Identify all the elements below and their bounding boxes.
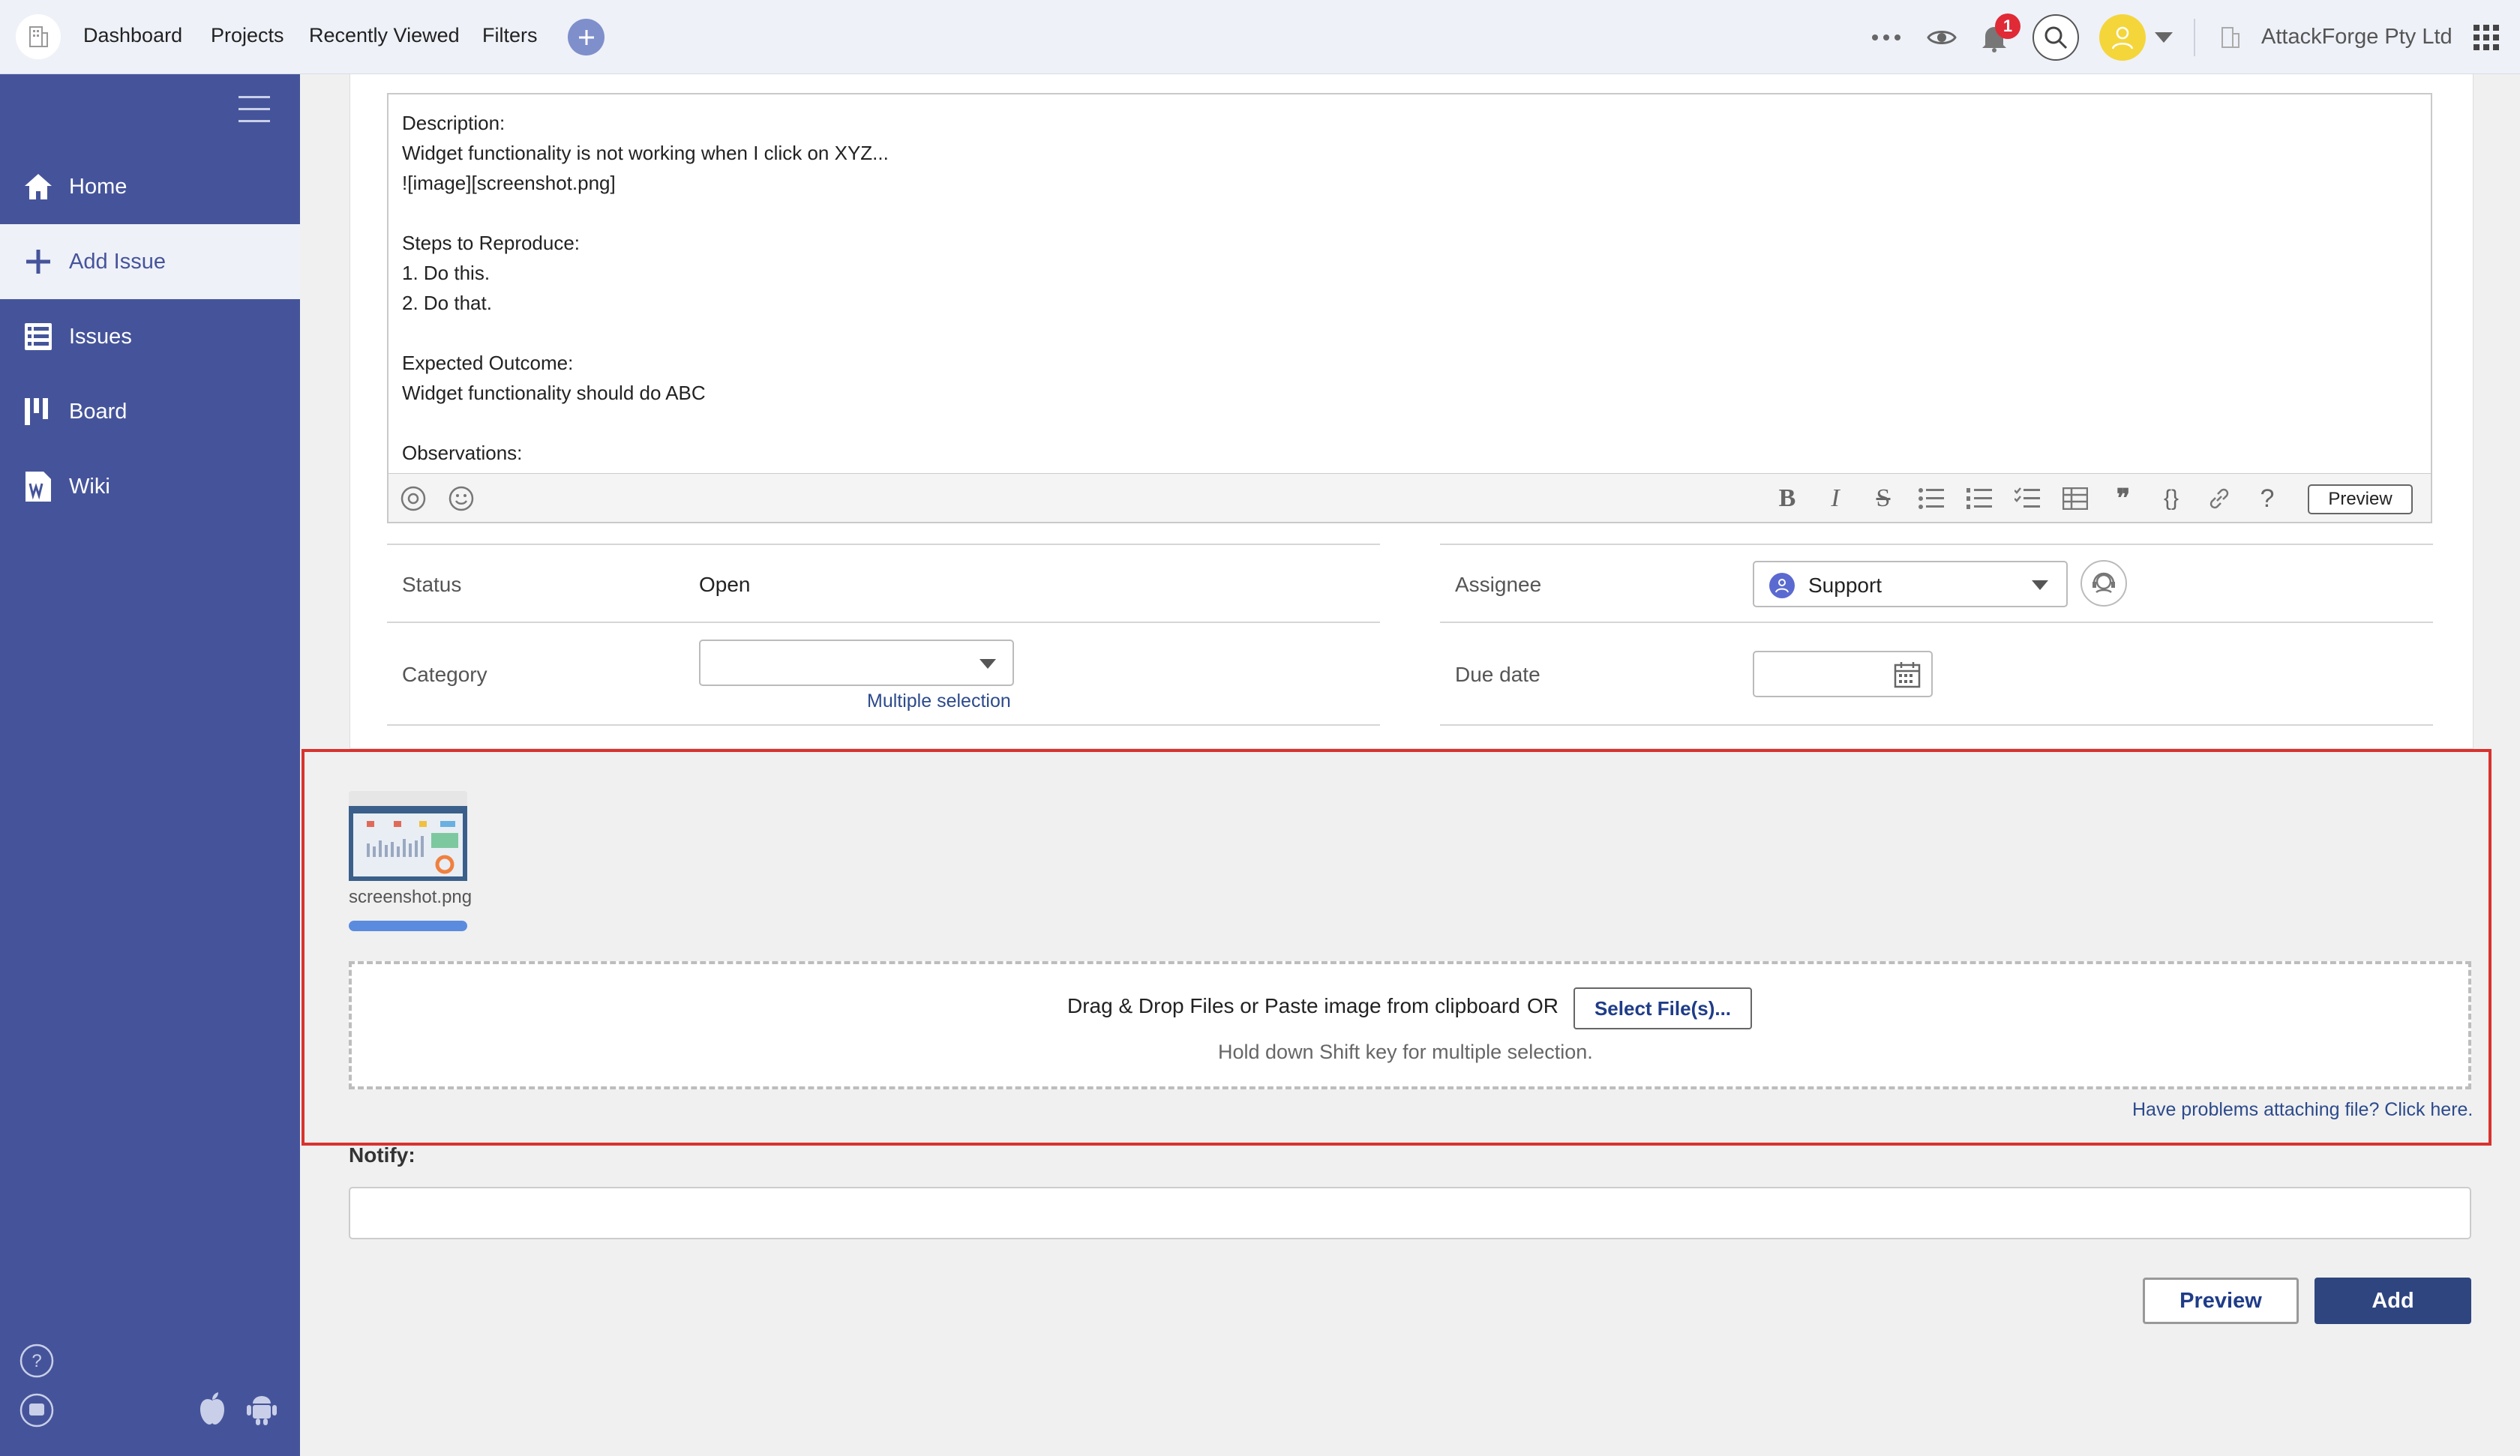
user-icon (1769, 573, 1795, 598)
row-divider (1440, 622, 2433, 623)
preview-button[interactable]: Preview (2143, 1278, 2299, 1324)
assign-support-icon[interactable] (2080, 560, 2127, 607)
hamburger-menu-icon[interactable] (238, 96, 270, 123)
sidebar-item-label: Wiki (69, 474, 110, 499)
assignee-label: Assignee (1455, 573, 1542, 596)
multiple-selection-link[interactable]: Multiple selection (867, 691, 1011, 712)
editor-preview-button[interactable]: Preview (2308, 484, 2413, 514)
or-text: OR (1527, 994, 1558, 1017)
topbar-divider (2194, 19, 2195, 56)
help-icon[interactable]: ? (2252, 483, 2283, 514)
code-icon[interactable]: {} (2156, 483, 2187, 514)
row-divider (1440, 544, 2433, 545)
nav-recently-viewed[interactable]: Recently Viewed (309, 24, 460, 47)
chevron-down-icon (980, 659, 996, 669)
home-icon (22, 171, 54, 202)
attach-problems-link[interactable]: Have problems attaching file? Click here… (2132, 1099, 2473, 1121)
building-icon (2217, 18, 2244, 57)
search-icon[interactable] (2032, 14, 2079, 61)
category-select[interactable] (699, 640, 1014, 686)
chevron-down-icon[interactable] (2152, 18, 2175, 57)
nav-filters[interactable]: Filters (482, 24, 538, 47)
svg-text:?: ? (32, 1351, 41, 1371)
row-divider (1440, 724, 2433, 726)
status-value: Open (699, 573, 751, 596)
description-text[interactable]: Description: Widget functionality is not… (402, 108, 889, 468)
editor-toolbar: B I S ❞ {} ? Preview (388, 473, 2431, 522)
select-files-button[interactable]: Select File(s)... (1574, 987, 1752, 1029)
strikethrough-icon[interactable]: S (1868, 483, 1899, 514)
bullet-list-icon[interactable] (1916, 483, 1947, 514)
sidebar-item-board[interactable]: Board (0, 374, 300, 449)
mention-icon[interactable] (398, 483, 429, 514)
eye-icon[interactable] (1924, 18, 1959, 57)
android-icon[interactable] (244, 1392, 279, 1426)
drop-zone-text: Drag & Drop Files or Paste image from cl… (1067, 994, 1520, 1017)
attachment-file-name: screenshot.png (349, 887, 472, 907)
italic-icon[interactable]: I (1820, 483, 1851, 514)
bold-icon[interactable]: B (1772, 483, 1803, 514)
due-date-label: Due date (1455, 663, 1540, 686)
quote-icon[interactable]: ❞ (2108, 483, 2139, 514)
sidebar-item-issues[interactable]: Issues (0, 299, 300, 374)
assignee-select[interactable]: Support (1753, 561, 2068, 607)
nav-dashboard[interactable]: Dashboard (83, 24, 182, 47)
plus-icon[interactable] (568, 19, 604, 55)
status-label: Status (402, 573, 462, 596)
list-icon (22, 321, 54, 352)
apps-grid-icon[interactable] (2471, 18, 2501, 57)
calendar-icon[interactable] (1894, 661, 1921, 692)
sidebar-item-home[interactable]: Home (0, 149, 300, 224)
chat-icon[interactable] (20, 1393, 54, 1428)
sidebar-item-label: Add Issue (69, 249, 166, 274)
sidebar-item-add-issue[interactable]: Add Issue (0, 224, 300, 299)
row-divider (387, 622, 1380, 623)
category-label: Category (402, 663, 488, 686)
add-button[interactable]: Add (2314, 1278, 2471, 1324)
numbered-list-icon[interactable] (1964, 483, 1995, 514)
row-divider (387, 544, 1380, 545)
sidebar-item-label: Issues (69, 324, 132, 349)
sidebar-item-label: Home (69, 174, 128, 199)
due-date-input[interactable] (1753, 651, 1933, 697)
top-bar: Dashboard Projects Recently Viewed Filte… (0, 0, 2520, 74)
file-drop-zone[interactable] (349, 961, 2471, 1089)
emoji-icon[interactable] (446, 483, 477, 514)
more-icon[interactable] (1870, 18, 1903, 57)
sidebar-item-label: Board (69, 399, 128, 424)
board-icon (22, 396, 54, 427)
notify-input[interactable] (349, 1187, 2471, 1239)
building-logo-icon[interactable] (16, 14, 61, 59)
notify-label: Notify: (349, 1143, 416, 1167)
table-icon[interactable] (2060, 483, 2091, 514)
org-name[interactable]: AttackForge Pty Ltd (2261, 25, 2452, 49)
chevron-down-icon (2032, 580, 2048, 590)
user-avatar-icon[interactable] (2099, 14, 2146, 61)
wiki-icon (22, 471, 54, 502)
upload-progress-bar (349, 921, 467, 931)
link-icon[interactable] (2204, 483, 2235, 514)
help-icon[interactable]: ? (20, 1344, 54, 1378)
apple-icon[interactable] (195, 1392, 230, 1426)
assignee-value: Support (1808, 574, 1882, 597)
row-divider (387, 724, 1380, 726)
notification-badge: 1 (1995, 13, 2020, 39)
sidebar-item-wiki[interactable]: Wiki (0, 449, 300, 524)
description-editor[interactable]: Description: Widget functionality is not… (387, 93, 2432, 523)
drop-zone-hint: Hold down Shift key for multiple selecti… (1218, 1041, 1593, 1063)
checklist-icon[interactable] (2012, 483, 2043, 514)
nav-projects[interactable]: Projects (211, 24, 284, 47)
attachment-thumbnail[interactable] (349, 791, 467, 881)
plus-icon (22, 246, 54, 277)
